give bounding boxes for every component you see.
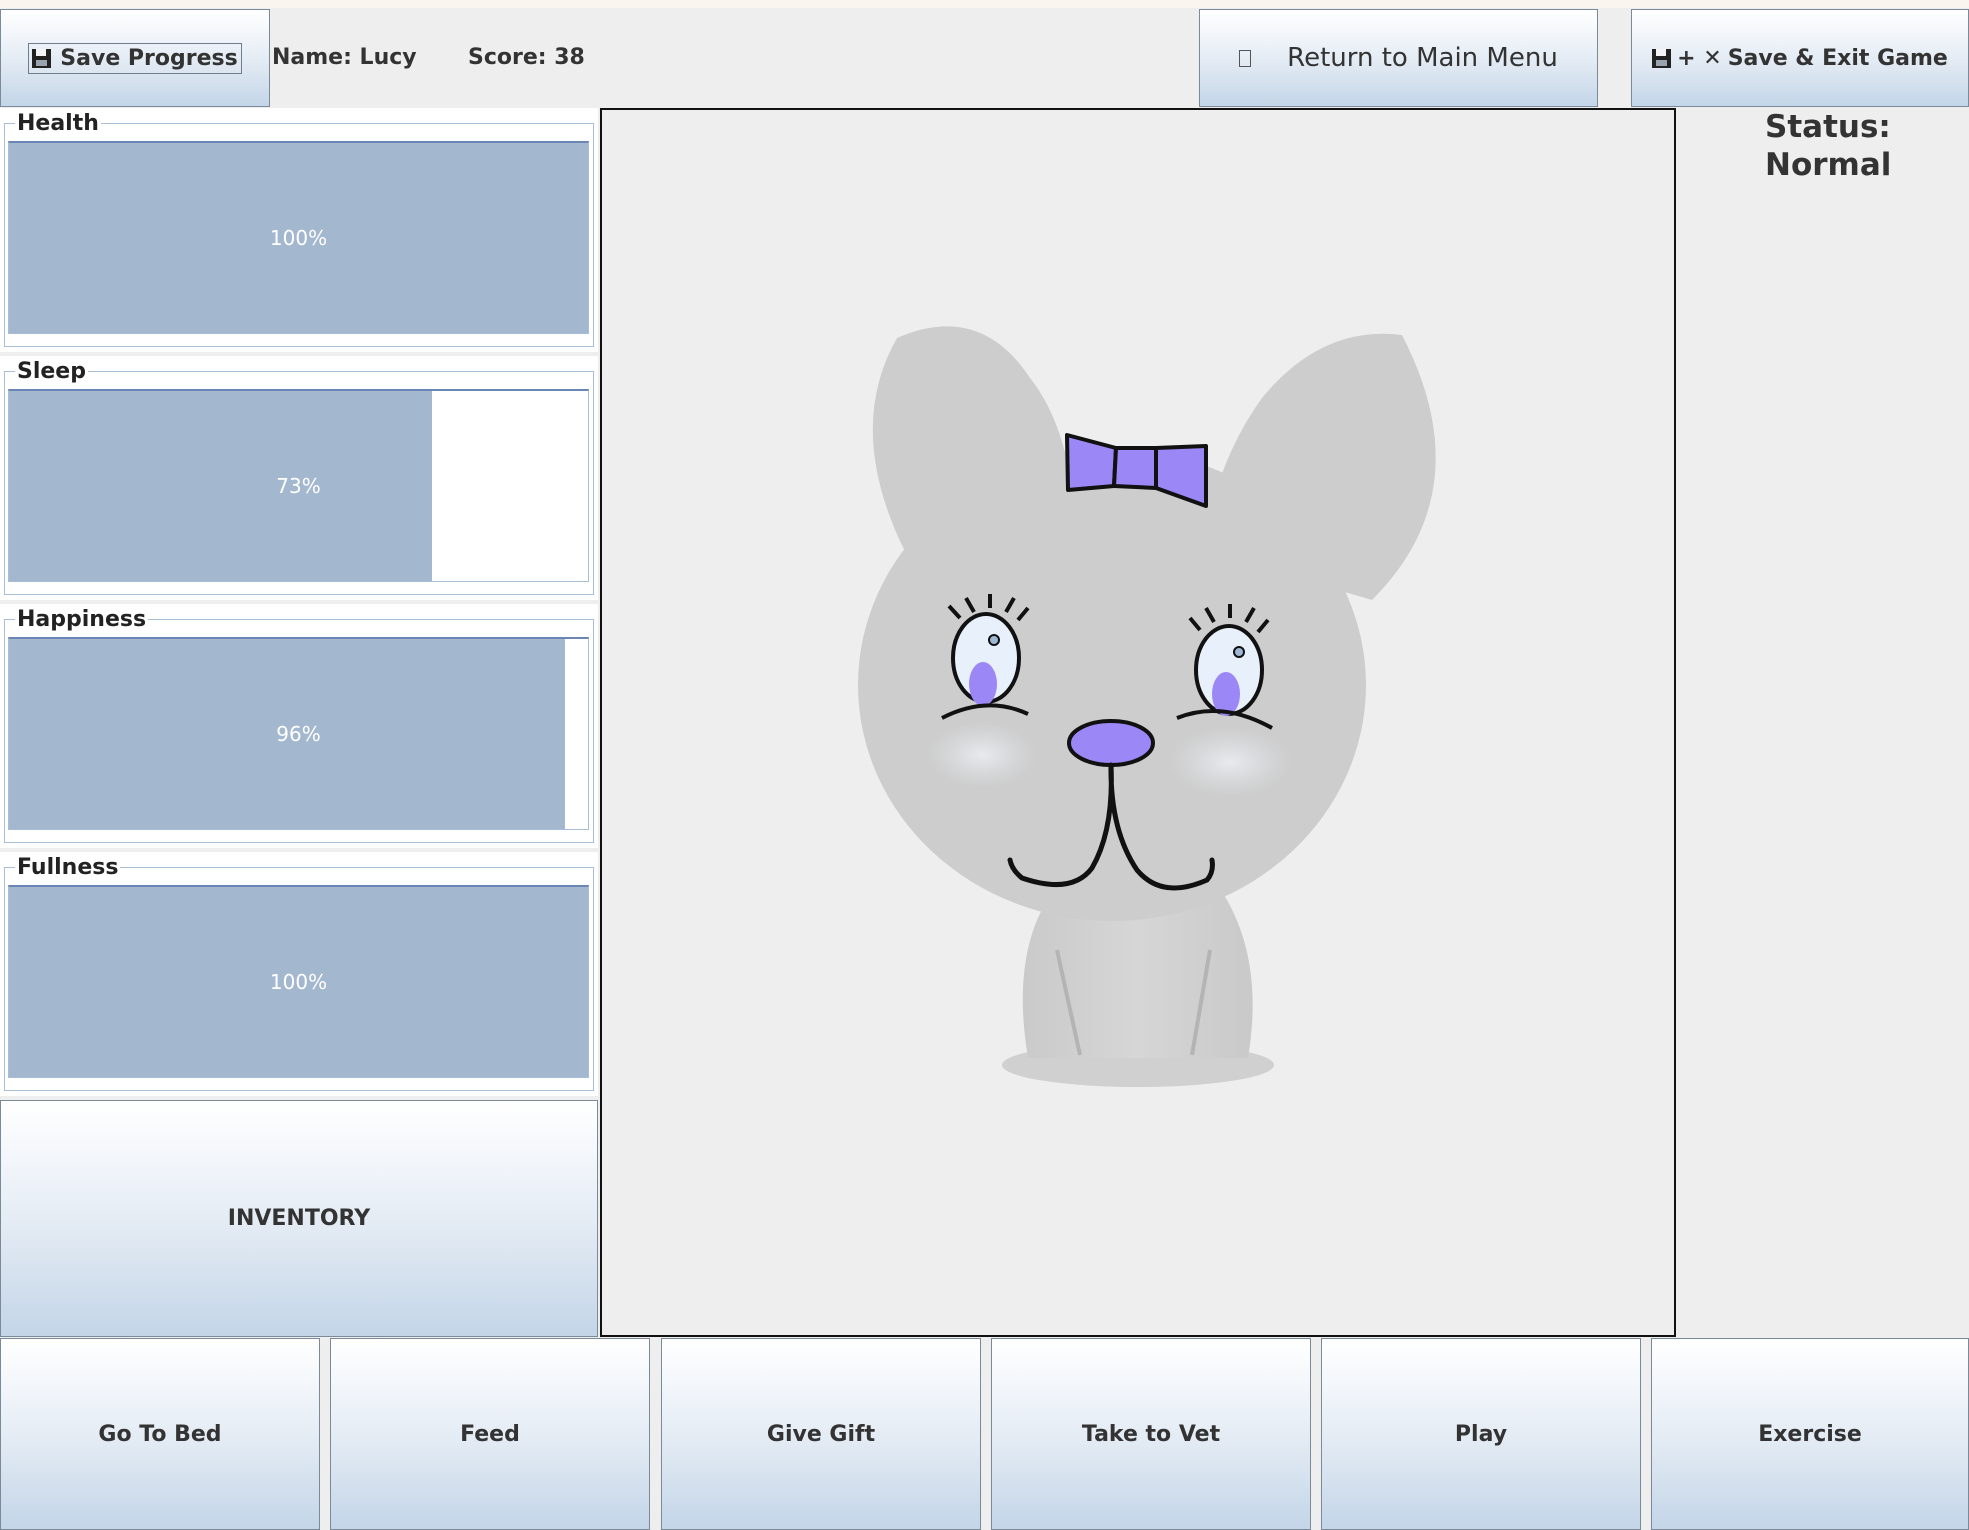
save-exit-button[interactable]: + ✕ Save & Exit Game [1631,9,1969,107]
take-to-vet-label: Take to Vet [1081,1421,1221,1447]
pet-bunny-image [858,326,1436,1087]
sleep-title: Sleep [15,359,88,384]
pet-cheek-right [1168,727,1292,797]
happiness-value-text: 96% [276,722,321,746]
score-label: Score: 38 [468,45,585,70]
give-gift-button[interactable]: Give Gift [661,1338,981,1530]
floppy-disk-icon [1652,48,1672,68]
pet-name-label: Name: Lucy [272,45,417,70]
status-display: Status: Normal [1765,108,1891,184]
plus-close-icon: + ✕ [1677,45,1722,71]
floppy-disk-icon [32,48,52,68]
fullness-panel: Fullness 100% [0,852,598,1096]
fullness-value-text: 100% [269,970,328,994]
pet-nose [1067,719,1155,767]
box-icon [1239,49,1252,67]
feed-button[interactable]: Feed [330,1338,650,1530]
window-top-strip [0,0,1969,8]
sleep-value-text: 73% [276,474,321,498]
health-progress-bar: 100% [8,141,589,334]
save-progress-button[interactable]: Save Progress [0,9,270,107]
inventory-label: INVENTORY [227,1206,371,1231]
take-to-vet-button[interactable]: Take to Vet [991,1338,1311,1530]
sleep-progress-bar: 73% [8,389,589,582]
go-to-bed-label: Go To Bed [98,1421,222,1447]
inventory-button[interactable]: INVENTORY [0,1100,598,1337]
sleep-panel: Sleep 73% [0,356,598,600]
return-main-menu-label: Return to Main Menu [1287,43,1558,73]
play-label: Play [1454,1421,1508,1447]
fullness-progress-bar: 100% [8,885,589,1078]
status-value: Normal [1765,147,1892,183]
play-button[interactable]: Play [1321,1338,1641,1530]
pet-head [858,449,1366,921]
save-progress-label: Save Progress [60,45,238,71]
happiness-progress-bar: 96% [8,637,589,830]
pet-cheek-left [927,722,1037,788]
pet-display-area [600,108,1676,1337]
health-panel: Health 100% [0,108,598,352]
happiness-title: Happiness [15,607,149,632]
feed-label: Feed [460,1421,520,1447]
go-to-bed-button[interactable]: Go To Bed [0,1338,320,1530]
save-exit-label: Save & Exit Game [1727,45,1948,71]
fullness-title: Fullness [15,855,121,880]
exercise-label: Exercise [1758,1421,1862,1447]
give-gift-label: Give Gift [766,1421,876,1447]
health-value-text: 100% [269,226,328,250]
return-main-menu-button[interactable]: Return to Main Menu [1199,9,1598,107]
health-title: Health [15,111,101,136]
happiness-panel: Happiness 96% [0,604,598,848]
status-title: Status: [1765,109,1891,145]
exercise-button[interactable]: Exercise [1651,1338,1969,1530]
save-progress-focus: Save Progress [28,42,242,74]
